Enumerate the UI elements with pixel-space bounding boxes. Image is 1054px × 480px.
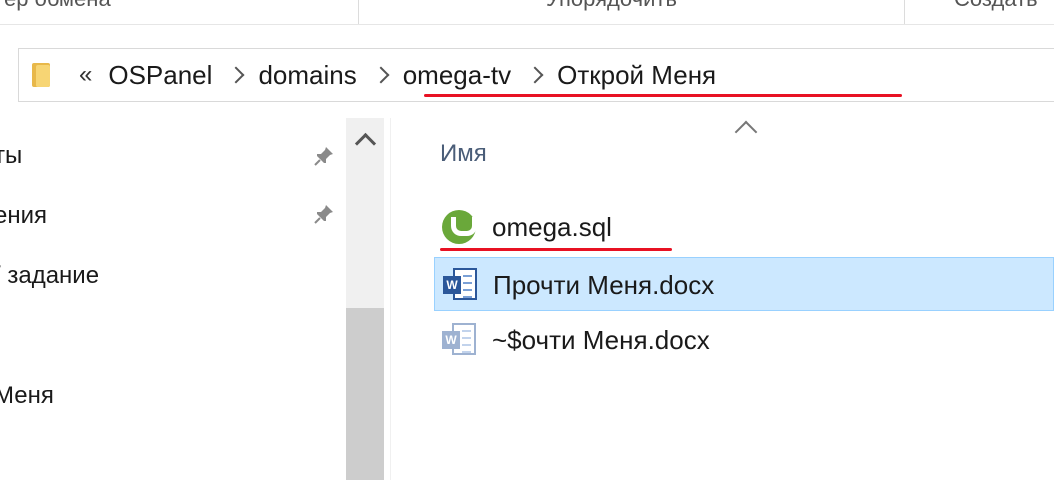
pin-icon[interactable] — [312, 144, 336, 168]
scroll-up-arrow-icon[interactable] — [346, 118, 384, 160]
breadcrumb-current-folder[interactable]: Открой Меня — [555, 60, 718, 91]
chevron-right-icon[interactable] — [227, 66, 245, 84]
file-name: ~$очти Меня.docx — [492, 325, 710, 355]
nav-item[interactable]: ты — [0, 142, 22, 170]
navigation-pane: ты ения / задание Меня — [0, 118, 346, 480]
scrollbar-thumb[interactable] — [346, 308, 384, 480]
file-name: omega.sql — [492, 212, 612, 242]
nav-item[interactable]: / задание — [0, 262, 99, 290]
chevron-right-icon[interactable] — [526, 66, 544, 84]
annotation-underline — [440, 248, 672, 251]
breadcrumb-ospanel[interactable]: OSPanel — [106, 60, 214, 91]
ribbon-separator — [904, 0, 905, 24]
ribbon-separator — [358, 0, 359, 24]
nav-item[interactable]: ения — [0, 202, 47, 230]
pin-icon[interactable] — [312, 202, 336, 226]
ribbon-group-new[interactable]: Создать — [954, 0, 1038, 12]
annotation-underline — [424, 94, 902, 97]
nav-scrollbar[interactable] — [346, 118, 384, 480]
breadcrumb-omega-tv[interactable]: omega-tv — [401, 60, 513, 91]
file-row-selected[interactable]: W Прочти Меня.docx — [434, 257, 1054, 311]
ribbon-strip: ер обмена Упорядочить Создать — [0, 0, 1054, 25]
file-row[interactable]: omega.sql — [434, 200, 1054, 254]
breadcrumb-overflow-button[interactable]: « — [79, 61, 92, 89]
folder-icon — [29, 61, 57, 89]
nav-item[interactable]: Меня — [0, 382, 54, 410]
sort-ascending-icon — [734, 120, 758, 144]
chevron-right-icon[interactable] — [372, 66, 390, 84]
pane-divider — [390, 118, 391, 480]
file-name: Прочти Меня.docx — [493, 270, 715, 300]
breadcrumb-domains[interactable]: domains — [256, 60, 358, 91]
ribbon-group-clipboard[interactable]: ер обмена — [4, 0, 111, 12]
utorrent-icon — [442, 210, 477, 244]
word-document-temp-icon: W — [442, 323, 478, 357]
ribbon-group-organize[interactable]: Упорядочить — [546, 0, 677, 12]
word-document-icon: W — [443, 268, 479, 302]
column-header-name[interactable]: Имя — [440, 140, 487, 168]
file-row[interactable]: W ~$очти Меня.docx — [434, 313, 1054, 367]
